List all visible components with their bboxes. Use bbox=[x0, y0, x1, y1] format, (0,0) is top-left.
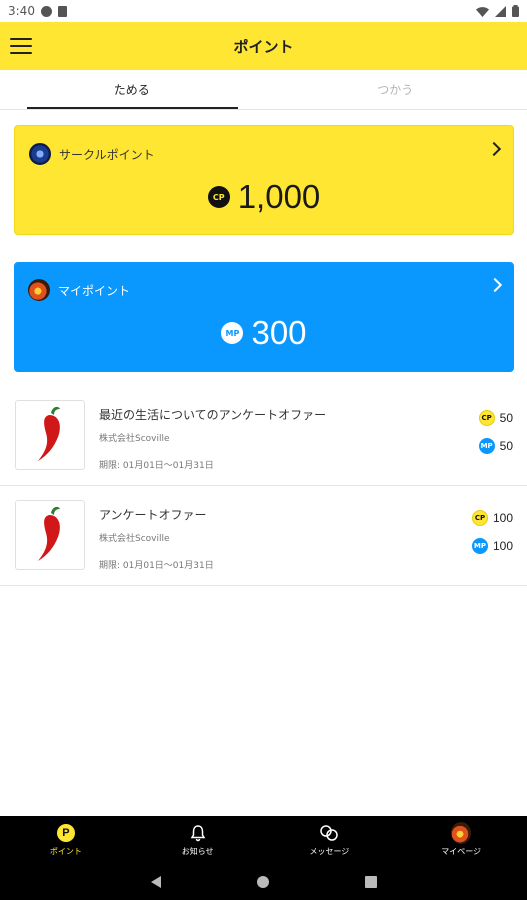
hamburger-menu-icon[interactable] bbox=[10, 36, 32, 56]
offer-mp-value: 100 bbox=[492, 539, 513, 553]
nav-notifications[interactable]: お知らせ bbox=[132, 816, 264, 863]
mp-badge-icon: MP bbox=[478, 438, 495, 454]
my-point-amount: 300 bbox=[251, 314, 307, 351]
chili-pepper-icon bbox=[15, 400, 85, 470]
page-title: ポイント bbox=[233, 37, 294, 56]
nav-messages[interactable]: メッセージ bbox=[264, 816, 396, 863]
battery-icon bbox=[512, 5, 519, 17]
chevron-right-icon bbox=[487, 277, 503, 293]
offer-company: 株式会社Scoville bbox=[99, 434, 170, 444]
offer-item[interactable]: アンケートオファー 株式会社Scoville 期限: 01月01日～01月31日… bbox=[0, 486, 527, 586]
nav-point-label: ポイント bbox=[49, 846, 82, 856]
sd-card-icon bbox=[57, 5, 67, 17]
bottom-navigation: P ポイント お知らせ メッセージ マイページ bbox=[0, 816, 527, 863]
offer-period: 期限: 01月01日～01月31日 bbox=[99, 561, 214, 571]
circle-point-label: サークルポイント bbox=[59, 147, 155, 162]
cp-badge-icon: CP bbox=[471, 510, 488, 526]
tab-bar: ためる つかう bbox=[0, 70, 527, 110]
offer-period: 期限: 01月01日～01月31日 bbox=[99, 461, 214, 471]
nav-point[interactable]: P ポイント bbox=[0, 816, 132, 863]
signal-icon bbox=[495, 5, 506, 17]
chili-pepper-icon bbox=[15, 500, 85, 570]
avatar-icon bbox=[451, 821, 472, 844]
nav-mypage[interactable]: マイページ bbox=[395, 816, 527, 863]
mp-badge-icon: MP bbox=[221, 322, 244, 344]
offer-title: 最近の生活についてのアンケートオファー bbox=[99, 408, 327, 422]
offer-mp-value: 50 bbox=[499, 439, 513, 453]
app-bar: ポイント bbox=[0, 22, 527, 70]
mp-badge-icon: MP bbox=[471, 538, 488, 554]
nav-notifications-label: お知らせ bbox=[181, 846, 214, 856]
status-bar: 3:40 bbox=[0, 0, 527, 22]
offer-company: 株式会社Scoville bbox=[99, 534, 170, 544]
circle-logo-icon bbox=[29, 143, 51, 165]
tab-tameru[interactable]: ためる bbox=[0, 70, 264, 109]
bell-icon bbox=[190, 824, 205, 841]
offer-cp-value: 100 bbox=[492, 511, 513, 525]
my-point-label: マイポイント bbox=[58, 283, 131, 298]
cp-badge-icon: CP bbox=[207, 186, 230, 208]
back-icon[interactable] bbox=[150, 875, 161, 888]
point-icon: P bbox=[56, 823, 75, 842]
circle-point-amount: 1,000 bbox=[237, 178, 321, 215]
home-icon[interactable] bbox=[256, 875, 269, 888]
nav-messages-label: メッセージ bbox=[309, 846, 350, 856]
status-time: 3:40 bbox=[8, 4, 35, 18]
circle-point-card[interactable]: サークルポイント CP 1,000 bbox=[14, 125, 514, 235]
chevron-right-icon bbox=[486, 141, 502, 157]
cp-badge-icon: CP bbox=[478, 410, 495, 426]
message-icon bbox=[320, 824, 339, 841]
my-avatar-icon bbox=[28, 279, 50, 301]
recent-apps-icon[interactable] bbox=[364, 875, 377, 888]
system-navigation-bar bbox=[0, 863, 527, 900]
offer-title: アンケートオファー bbox=[99, 508, 207, 522]
offer-cp-value: 50 bbox=[499, 411, 513, 425]
nav-mypage-label: マイページ bbox=[441, 846, 482, 856]
my-point-card[interactable]: マイポイント MP 300 bbox=[14, 262, 514, 372]
notification-icon bbox=[40, 5, 52, 17]
wifi-icon bbox=[476, 6, 489, 17]
offer-item[interactable]: 最近の生活についてのアンケートオファー 株式会社Scoville 期限: 01月… bbox=[0, 386, 527, 486]
tab-tsukau[interactable]: つかう bbox=[264, 70, 527, 109]
